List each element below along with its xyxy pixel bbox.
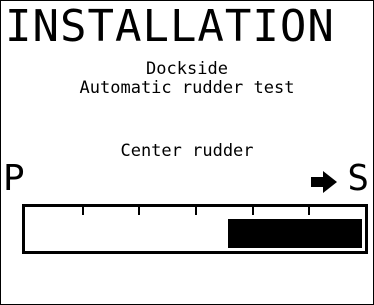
installation-screen: INSTALLATION Dockside Automatic rudder t… (0, 0, 374, 305)
scale-tick (195, 207, 197, 215)
instruction-text: Center rudder (120, 141, 254, 161)
subtitle-rudder-test: Automatic rudder test (79, 78, 295, 98)
scale-tick (138, 207, 140, 215)
rudder-position-bar (22, 204, 368, 254)
port-label: P (3, 158, 25, 199)
rudder-position-fill (228, 219, 362, 248)
subtitle-dockside: Dockside (146, 59, 228, 79)
page-title: INSTALLATION (5, 1, 335, 52)
scale-tick (82, 207, 84, 215)
scale-tick (308, 207, 310, 215)
scale-tick (252, 207, 254, 215)
starboard-label: S (347, 158, 369, 199)
arrow-right-icon (311, 171, 337, 193)
